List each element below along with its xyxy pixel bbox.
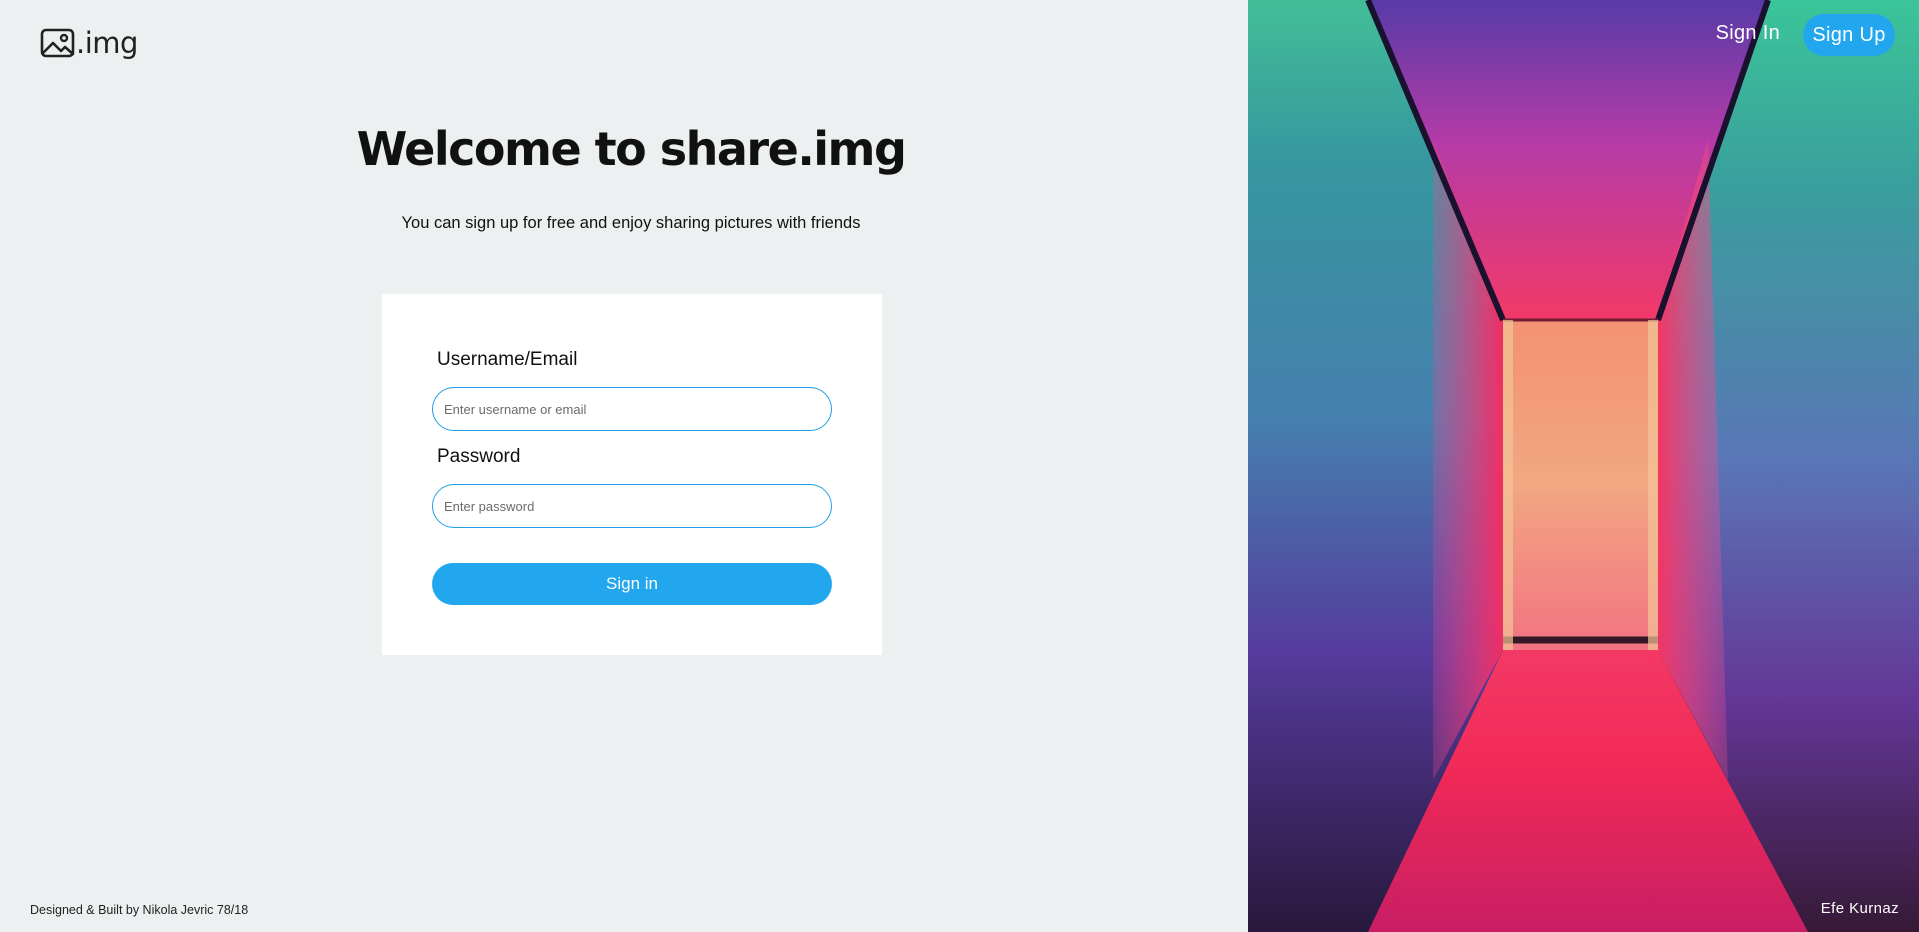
footer-credit: Designed & Built by Nikola Jevric 78/18 bbox=[30, 903, 249, 917]
username-label: Username/Email bbox=[437, 349, 578, 370]
image-icon bbox=[40, 27, 76, 59]
nav-sign-in-link[interactable]: Sign In bbox=[1716, 22, 1780, 45]
password-label: Password bbox=[437, 446, 521, 467]
photo-credit: Efe Kurnaz bbox=[1820, 900, 1899, 917]
nav-sign-up-button[interactable]: Sign Up bbox=[1803, 14, 1895, 56]
page-title: Welcome to share.img bbox=[356, 122, 907, 176]
logo-text: .img bbox=[76, 26, 138, 60]
password-input[interactable] bbox=[432, 484, 832, 528]
page-subtitle: You can sign up for free and enjoy shari… bbox=[401, 214, 861, 232]
login-card: Username/Email Password Sign in bbox=[382, 294, 882, 655]
sign-in-button[interactable]: Sign in bbox=[432, 563, 832, 605]
page: .img Welcome to share.img You can sign u… bbox=[0, 0, 1919, 932]
left-panel: .img Welcome to share.img You can sign u… bbox=[0, 0, 1248, 932]
hero-image-panel: Sign In Sign Up Efe Kurnaz bbox=[1248, 0, 1919, 932]
corridor-photo bbox=[1248, 0, 1919, 932]
logo[interactable]: .img bbox=[40, 26, 138, 60]
username-input[interactable] bbox=[432, 387, 832, 431]
